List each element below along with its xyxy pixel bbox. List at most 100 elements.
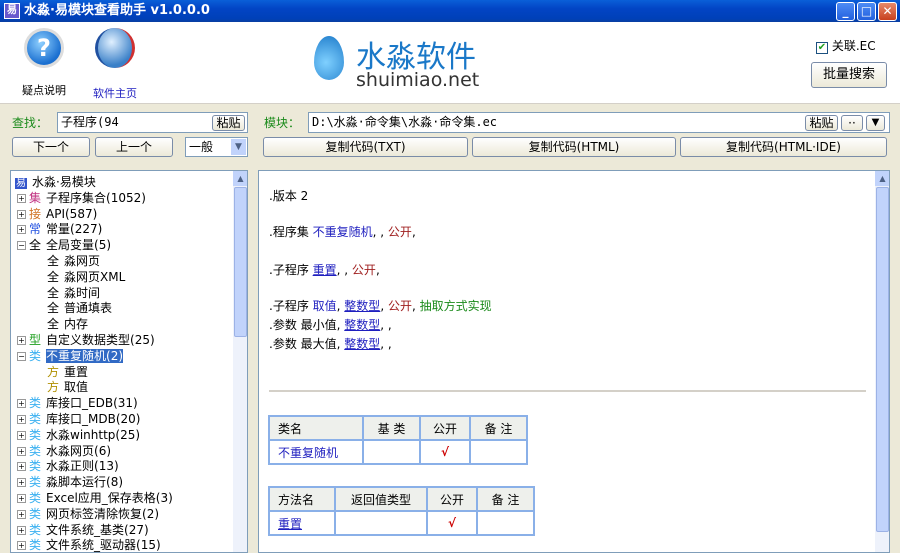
code-line: .程序集 不重复随机, , 公开, — [269, 225, 416, 239]
copy-html-ide-button[interactable]: 复制代码(HTML·IDE) — [680, 137, 887, 157]
tree-item[interactable]: 方取值 — [47, 379, 88, 395]
chevron-down-icon[interactable]: ▼ — [231, 139, 246, 155]
tree-item[interactable]: + 类水淼网页(6) — [17, 443, 111, 459]
tree-item-label: 文件系统_驱动器(15) — [46, 538, 161, 553]
home-button[interactable]: 软件主页 — [85, 28, 145, 101]
tree-item[interactable]: + 类网页标签清除恢复(2) — [17, 506, 159, 522]
tree-type-icon: 常 — [29, 222, 42, 237]
batch-search-button[interactable]: 批量搜索 — [811, 62, 887, 88]
expand-icon[interactable]: + — [17, 509, 26, 519]
scroll-up-icon[interactable]: ▲ — [233, 171, 247, 186]
module-paste-button[interactable]: 粘贴 — [805, 115, 838, 131]
tree-item[interactable]: 全淼网页 — [47, 253, 100, 269]
tree-item-label: 常量(227) — [46, 222, 103, 237]
content-scrollbar[interactable]: ▲ — [875, 171, 889, 552]
check-icon: √ — [428, 512, 476, 534]
expand-icon[interactable]: + — [17, 415, 26, 424]
tree-item-label: 取值 — [64, 380, 89, 395]
help-label: 疑点说明 — [22, 84, 66, 97]
tree-item-label: 子程序集合(1052) — [46, 190, 146, 205]
tree-item[interactable]: + 型自定义数据类型(25) — [17, 332, 155, 348]
tree-type-icon: 方 — [47, 364, 60, 379]
expand-icon[interactable]: + — [17, 336, 26, 345]
tree-item[interactable]: 方重置 — [47, 364, 88, 380]
tree-item-label: 库接口_EDB(31) — [46, 396, 138, 411]
header-panel: ? 疑点说明 软件主页 水淼软件 shuimiao.net ✔ 关联.EC 批量… — [0, 22, 900, 104]
mode-select[interactable]: 一般 ▼ — [185, 137, 248, 157]
tree-item[interactable]: 全淼时间 — [47, 285, 100, 301]
tree-item[interactable]: + 类水淼正则(13) — [17, 458, 119, 474]
tree-type-icon: 类 — [29, 538, 42, 553]
expand-icon[interactable]: + — [17, 193, 26, 203]
tree-type-icon: 集 — [29, 190, 42, 205]
logo-url: shuimiao.net — [356, 69, 480, 91]
copy-html-button[interactable]: 复制代码(HTML) — [472, 137, 676, 157]
close-button[interactable]: ✕ — [878, 2, 897, 21]
tree-item-label: 网页标签清除恢复(2) — [46, 506, 160, 521]
tree-item[interactable]: + 类 Excel应用_保存表格(3) — [17, 490, 173, 506]
app-icon: 易 — [4, 3, 20, 19]
tree-item[interactable]: 易水淼·易模块 — [15, 174, 96, 190]
tree-type-icon: 全 — [47, 254, 60, 268]
help-button[interactable]: ? 疑点说明 — [14, 28, 74, 98]
next-button[interactable]: 下一个 — [12, 137, 90, 157]
tree-item-label: 内存 — [64, 317, 89, 332]
tree-item[interactable]: 全内存 — [47, 316, 88, 332]
tree-item-label: 全局变量(5) — [46, 238, 112, 253]
tree-scrollbar[interactable]: ▲ — [233, 171, 247, 552]
collapse-icon[interactable]: − — [17, 351, 26, 361]
tree-item[interactable]: 全淼网页XML — [47, 269, 125, 285]
expand-icon[interactable]: + — [17, 225, 26, 235]
collapse-icon[interactable]: − — [17, 241, 26, 251]
tree-type-icon: 类 — [29, 427, 42, 442]
expand-icon[interactable]: + — [17, 478, 26, 488]
tree-item[interactable]: + 类水淼winhttp(25) — [17, 427, 140, 443]
module-path-input[interactable]: D:\水淼·命令集\水淼·命令集.ec — [308, 112, 890, 133]
expand-icon[interactable]: + — [17, 494, 26, 503]
tree-scroll-thumb[interactable] — [234, 187, 247, 337]
link-ec-checkbox[interactable]: ✔ 关联.EC — [816, 37, 876, 54]
code-line: .参数 最大值, 整数型, , — [269, 337, 392, 351]
tree-type-icon: 类 — [29, 491, 42, 505]
scroll-up-icon[interactable]: ▲ — [875, 171, 889, 186]
tree-item-label: 自定义数据类型(25) — [46, 333, 155, 347]
content-scroll-thumb[interactable] — [876, 187, 889, 532]
tree-item[interactable]: 全普通填表 — [47, 300, 112, 316]
expand-icon[interactable]: + — [17, 446, 26, 456]
globe-icon — [95, 28, 135, 68]
expand-icon[interactable]: + — [17, 462, 26, 472]
tree-item[interactable]: + 集子程序集合(1052) — [17, 190, 146, 206]
tree-item[interactable]: − 全全局变量(5) — [17, 237, 111, 253]
expand-icon[interactable]: + — [17, 541, 26, 551]
tree-item[interactable]: + 接 API(587) — [17, 206, 97, 222]
module-more-button[interactable]: ·· — [841, 115, 863, 131]
expand-icon[interactable]: + — [17, 209, 26, 219]
module-tree[interactable]: 易水淼·易模块 + 集子程序集合(1052) + 接 API(587) + 常常量(227) −… — [10, 170, 248, 553]
search-paste-button[interactable]: 粘贴 — [212, 115, 245, 131]
tree-item[interactable]: + 类库接口_MDB(20) — [17, 411, 140, 427]
code-line: .子程序 重置, , 公开, — [269, 263, 380, 277]
tree-item[interactable]: + 常常量(227) — [17, 221, 102, 237]
module-dropdown-button[interactable]: ▼ — [866, 115, 885, 131]
divider — [269, 390, 866, 392]
expand-icon[interactable]: + — [17, 399, 26, 409]
copy-txt-button[interactable]: 复制代码(TXT) — [263, 137, 468, 157]
module-label: 模块： — [264, 116, 301, 130]
maximize-button[interactable]: □ — [857, 2, 876, 21]
tree-item[interactable]: + 类淼脚本运行(8) — [17, 474, 123, 490]
tree-item-label: 水淼正则(13) — [46, 459, 119, 474]
tree-type-icon: 类 — [29, 396, 42, 411]
tree-item[interactable]: + 类文件系统_基类(27) — [17, 522, 149, 538]
expand-icon[interactable]: + — [17, 430, 26, 440]
tree-type-icon: 类 — [29, 412, 42, 426]
tree-item-label: 文件系统_基类(27) — [46, 522, 149, 537]
title-bar[interactable]: 易 水淼·易模块查看助手 v1.0.0.0 _ □ ✕ — [0, 0, 900, 22]
prev-button[interactable]: 上一个 — [95, 137, 173, 157]
home-label: 软件主页 — [93, 87, 137, 100]
tree-item[interactable]: + 类文件系统_驱动器(15) — [17, 537, 161, 553]
tree-item[interactable]: − 类不重复随机(2) — [17, 348, 124, 364]
tree-item-label: 淼时间 — [64, 285, 101, 300]
minimize-button[interactable]: _ — [836, 2, 855, 21]
expand-icon[interactable]: + — [17, 525, 26, 535]
tree-item[interactable]: + 类库接口_EDB(31) — [17, 395, 138, 411]
